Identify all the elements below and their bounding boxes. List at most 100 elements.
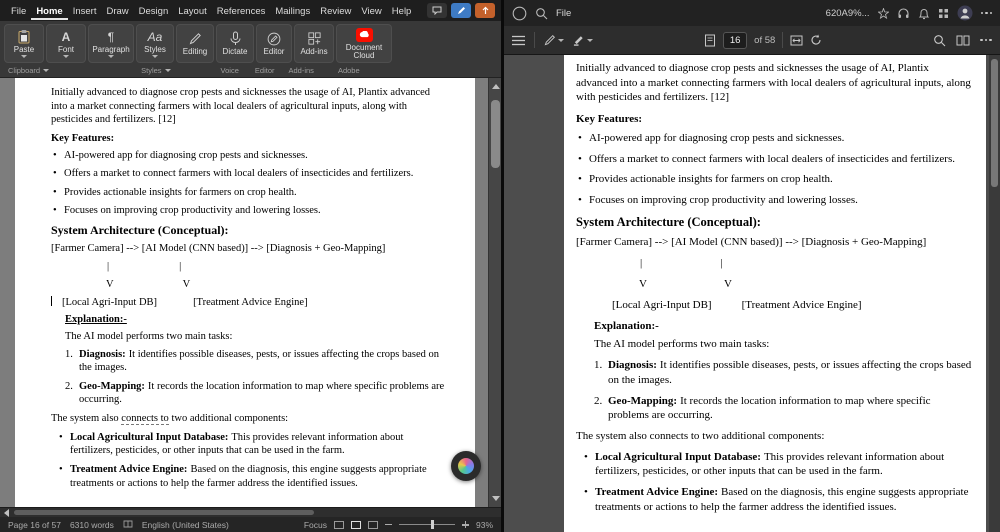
number-marker: 2. [65,380,73,392]
scroll-left-icon[interactable] [4,509,9,517]
zoom-level[interactable]: 93% [476,520,493,530]
avatar[interactable] [957,5,973,21]
right-box-label: [Treatment Advice Engine] [741,298,862,311]
vertical-scrollbar[interactable] [989,55,1000,532]
paragraph-label: Paragraph [92,44,130,54]
search-document-icon[interactable] [933,34,946,47]
styles-button[interactable]: Aa Styles [136,24,174,63]
page-indicator[interactable]: Page 16 of 57 [8,520,61,530]
favorite-star-icon[interactable] [877,7,889,19]
paragraph-button[interactable]: ¶ Paragraph [88,24,134,63]
fit-page-icon[interactable] [704,34,716,47]
scroll-up-icon[interactable] [491,84,500,89]
menu-draw[interactable]: Draw [101,2,133,20]
print-layout-icon[interactable] [350,520,361,529]
zoom-slider[interactable] [398,520,455,529]
web-layout-icon[interactable] [367,520,378,529]
editor-label: Editor [263,46,285,56]
focus-button[interactable]: Focus [304,520,327,530]
headset-icon[interactable] [897,7,910,20]
menu-layout[interactable]: Layout [173,2,212,20]
menu-file[interactable]: File [6,2,31,20]
search-icon[interactable] [535,7,548,20]
list-item: • Focuses on improving crop productivity … [576,193,972,208]
font-button[interactable]: A Font [46,24,86,63]
apps-grid-icon[interactable] [938,8,949,19]
pdf-page[interactable]: Initially advanced to diagnose crop pest… [564,55,986,532]
explanation-section: Explanation:- The AI model performs two … [594,319,972,423]
spellcheck-icon[interactable] [123,520,133,529]
rotate-icon[interactable] [810,34,822,46]
menu-mailings[interactable]: Mailings [270,2,315,20]
horizontal-scrollbar[interactable] [0,507,501,517]
word-document-area: Initially advanced to diagnose crop pest… [0,78,501,507]
read-mode-icon[interactable] [333,520,344,529]
editing-mode-icon[interactable] [451,3,471,18]
connects-sentence: The system also connects to two addition… [51,412,445,426]
scroll-down-icon[interactable] [491,496,500,501]
page-number-input[interactable] [723,31,748,49]
more-options-icon[interactable] [980,11,992,15]
comments-icon[interactable] [427,3,447,18]
scrollbar-thumb[interactable] [14,510,314,515]
right-box-label: [Treatment Advice Engine] [193,296,308,308]
notifications-bell-icon[interactable] [918,7,930,20]
copilot-button[interactable] [451,451,481,481]
styles-label: Styles [144,44,166,54]
draw-pen-icon[interactable] [544,34,564,46]
word-count[interactable]: 6310 words [70,520,114,530]
intro-paragraph: Initially advanced to diagnose crop pest… [51,87,431,126]
two-page-view-icon[interactable] [956,35,970,46]
more-tools-icon[interactable] [980,38,992,42]
tasks-list: 1. Diagnosis: It identifies possible disea… [65,348,445,408]
share-icon[interactable] [475,3,495,18]
list-item: • AI-powered app for diagnosing crop pest… [576,131,972,146]
feature-text: Offers a market to connect farmers with … [64,168,414,180]
language-indicator[interactable]: English (United States) [142,520,229,530]
pdf-topbar: File 620A9%... [504,0,1000,26]
adobe-cloud-icon [355,27,373,43]
intro-paragraph: Initially advanced to diagnose crop pest… [576,62,971,104]
menu-view[interactable]: View [356,2,386,20]
zoom-in-icon[interactable] [461,521,469,528]
scrollbar-thumb[interactable] [491,100,500,168]
editing-button[interactable]: Editing [176,24,214,63]
menu-help[interactable]: Help [387,2,417,20]
menu-home[interactable]: Home [31,2,68,20]
dialog-launcher-icon[interactable] [164,69,171,72]
thumbnails-panel-icon[interactable] [512,35,525,46]
menu-review[interactable]: Review [315,2,356,20]
zoom-out-icon[interactable] [384,523,392,526]
highlighter-icon[interactable] [573,34,593,46]
file-menu[interactable]: File [556,8,571,19]
scrollbar-thumb[interactable] [991,59,998,187]
connects-sentence: The system also connects to two addition… [576,429,972,444]
zoom-slider-knob[interactable] [431,520,435,529]
diagram-boxes: [Local Agri-Input DB] [Treatment Advice E… [576,298,972,313]
fit-width-icon[interactable] [790,35,803,46]
pipe-glyph: | [107,261,110,273]
dictate-button[interactable]: Dictate [216,24,254,63]
vertical-scrollbar[interactable] [488,78,501,507]
paste-button[interactable]: Paste [4,24,44,63]
paste-label: Paste [13,44,35,54]
dialog-launcher-icon[interactable] [43,69,50,72]
component-term: Treatment Advice Engine: [70,464,188,476]
editor-button[interactable]: Editor [256,24,292,63]
left-box-label: [Local Agri-Input DB] [612,298,712,311]
word-document-page[interactable]: Initially advanced to diagnose crop pest… [15,78,475,507]
list-item: • Provides actionable insights for farmer… [576,172,972,187]
copilot-icon [458,458,474,474]
add-ins-button[interactable]: Add-ins [294,24,334,63]
menu-design[interactable]: Design [134,2,174,20]
diagram-pipes: | | [576,256,972,271]
pdf-viewer-window: File 620A9%... 16 of 58 Initially advanc… [504,0,1000,532]
word-status-bar: Page 16 of 57 6310 words English (United… [0,517,501,532]
architecture-flow-line: [Farmer Camera] --> [AI Model (CNN based… [576,235,927,248]
connects-mid: connects to [649,429,700,442]
document-cloud-button[interactable]: Document Cloud [336,24,392,63]
menu-references[interactable]: References [212,2,271,20]
menu-insert[interactable]: Insert [68,2,102,20]
tab-circle-icon[interactable] [512,6,527,21]
pipe-glyph: | [179,261,182,273]
